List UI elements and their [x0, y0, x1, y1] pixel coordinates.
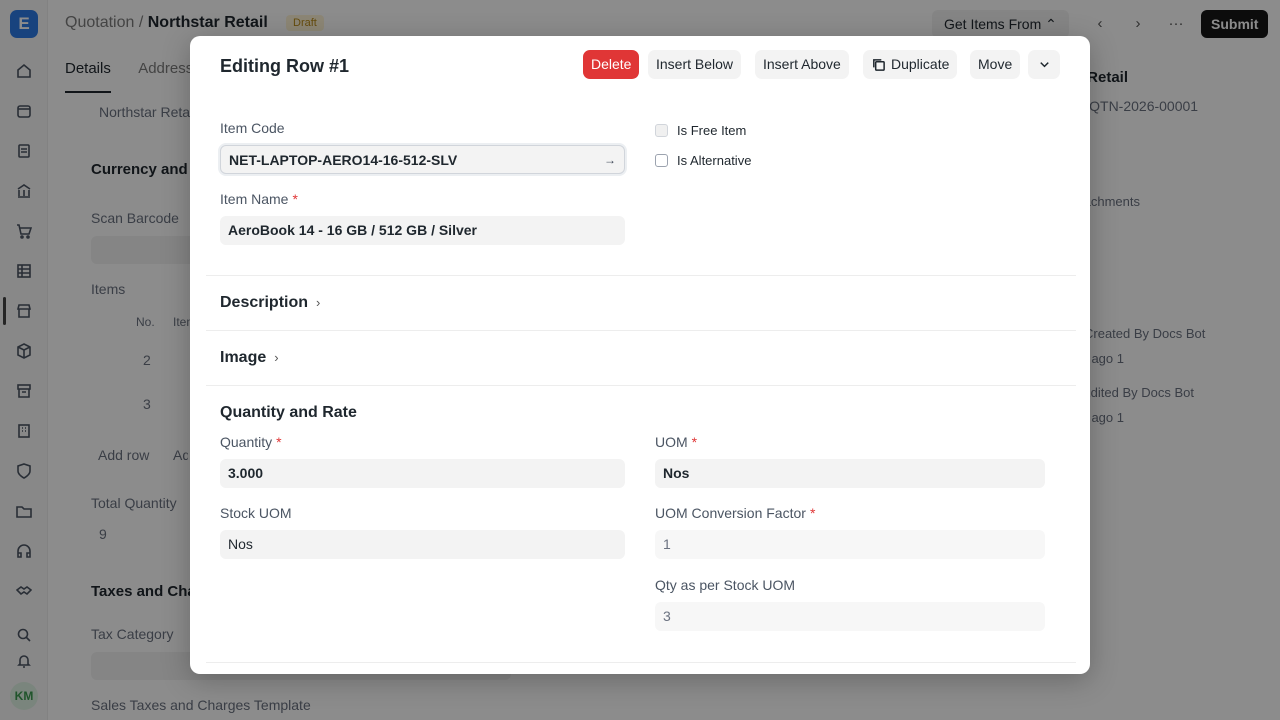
image-section-toggle[interactable]: Image › — [220, 349, 279, 367]
insert-below-button[interactable]: Insert Below — [648, 50, 742, 79]
uom-field[interactable]: Nos — [655, 459, 1045, 488]
more-actions-button[interactable] — [1028, 50, 1060, 79]
description-section-toggle[interactable]: Description › — [220, 294, 320, 312]
item-name-field[interactable]: AeroBook 14 - 16 GB / 512 GB / Silver — [220, 216, 625, 245]
edit-row-dialog: Editing Row #1 Delete Insert Below Inser… — [190, 36, 1090, 674]
uom-label: UOM * — [655, 434, 698, 450]
uom-conversion-field[interactable]: 1 — [655, 530, 1045, 559]
duplicate-button[interactable]: Duplicate — [863, 50, 958, 79]
is-alternative-label: Is Alternative — [677, 153, 752, 168]
duplicate-label: Duplicate — [891, 56, 950, 72]
stock-qty-label: Qty as per Stock UOM — [655, 577, 796, 593]
item-code-value: NET-LAPTOP-AERO14-16-512-SLV — [229, 152, 458, 168]
quantity-label: Quantity * — [220, 434, 282, 450]
divider — [206, 662, 1076, 663]
insert-above-button[interactable]: Insert Above — [755, 50, 849, 79]
stock-uom-field[interactable]: Nos — [220, 530, 625, 559]
chevron-down-icon — [1039, 62, 1049, 68]
delete-button[interactable]: Delete — [583, 50, 640, 79]
is-alternative-checkbox[interactable] — [655, 154, 668, 167]
quantity-rate-heading: Quantity and Rate — [220, 404, 357, 421]
arrow-right-icon[interactable]: → — [604, 146, 616, 175]
stock-uom-label: Stock UOM — [220, 505, 292, 521]
chevron-right-icon: › — [316, 295, 321, 310]
copy-icon — [873, 59, 885, 71]
divider — [206, 330, 1076, 331]
divider — [206, 385, 1076, 386]
is-free-item-label: Is Free Item — [677, 123, 747, 138]
item-name-label: Item Name * — [220, 191, 298, 207]
dialog-title: Editing Row #1 — [220, 56, 350, 76]
stock-qty-field[interactable]: 3 — [655, 602, 1045, 631]
is-free-item-checkbox[interactable] — [655, 124, 668, 137]
item-code-field[interactable]: NET-LAPTOP-AERO14-16-512-SLV → — [220, 145, 625, 174]
item-code-label: Item Code — [220, 120, 285, 136]
chevron-right-icon: › — [274, 350, 279, 365]
uom-conversion-label: UOM Conversion Factor * — [655, 505, 816, 521]
divider — [206, 275, 1076, 276]
quantity-field[interactable]: 3.000 — [220, 459, 625, 488]
move-button[interactable]: Move — [970, 50, 1021, 79]
